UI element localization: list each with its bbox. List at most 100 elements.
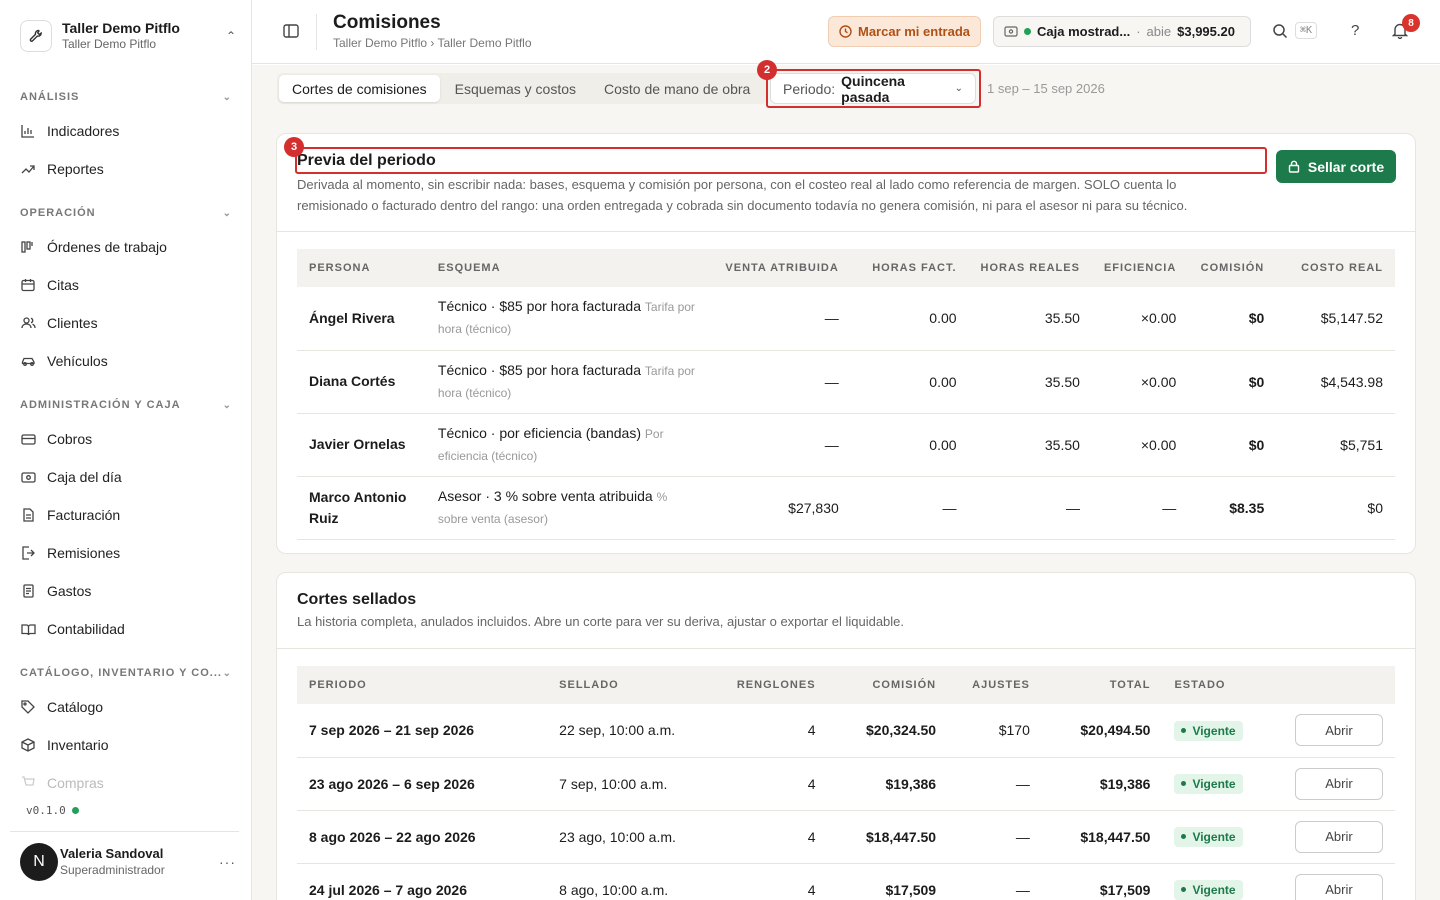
sidebar-item-compras[interactable]: Compras (20, 768, 232, 798)
clock-in-button[interactable]: Marcar mi entrada (828, 16, 981, 47)
adjustments-cell: — (948, 757, 1042, 811)
trend-icon (20, 161, 36, 177)
billed-hours-cell: — (850, 476, 969, 540)
column-header: EFICIENCIA (1091, 249, 1189, 287)
org-switcher[interactable]: Taller Demo Pitflo Taller Demo Pitflo ⌃ (20, 16, 236, 56)
open-button[interactable]: Abrir (1295, 767, 1383, 800)
lines-cell: 4 (705, 863, 828, 900)
period-cell: 8 ago 2026 – 22 ago 2026 (297, 810, 548, 864)
status-dot-icon (1181, 887, 1187, 893)
wrench-icon (20, 20, 52, 52)
sidebar-item-indicadores[interactable]: Indicadores (20, 116, 232, 146)
sealed-date-cell: 7 sep, 10:00 a.m. (547, 757, 706, 811)
main-content: Cortes de comisiones Esquemas y costos C… (252, 60, 1440, 900)
tab-costo-mano-obra[interactable]: Costo de mano de obra (591, 75, 763, 102)
efficiency-cell: ×0.00 (1091, 350, 1189, 414)
scheme-cell: Técnico · $85 por hora facturada Tarifa … (425, 287, 711, 351)
real-hours-cell: — (968, 476, 1092, 540)
total-cell: $18,447.50 (1041, 810, 1163, 864)
status-badge: Vigente (1174, 773, 1243, 794)
sidebar-item-label: Clientes (47, 315, 98, 331)
lines-cell: 4 (705, 757, 828, 811)
sidebar-item-label: Compras (47, 775, 104, 791)
person-name: Diana Cortés (297, 350, 426, 414)
person-name: Javier Ornelas (297, 413, 426, 477)
sales-cell: — (710, 287, 851, 351)
period-select[interactable]: Periodo: Quincena pasada ⌄ (770, 73, 976, 105)
sidebar-item-remisiones[interactable]: Remisiones (20, 538, 232, 568)
sidebar-item-inventario[interactable]: Inventario (20, 730, 232, 760)
scheme-label: Asesor · 3 % sobre venta atribuida (437, 487, 653, 504)
more-icon[interactable]: ··· (219, 854, 236, 870)
column-header: HORAS FACT. (850, 249, 969, 287)
sidebar-item-facturacion[interactable]: Facturación (20, 500, 232, 530)
table-row: Marco Antonio Ruiz Asesor · 3 % sobre ve… (297, 476, 1395, 540)
section-analisis[interactable]: ANÁLISIS ⌄ (20, 91, 232, 103)
status-cell: Vigente (1162, 810, 1283, 864)
sidebar-item-label: Reportes (47, 161, 104, 177)
commission-cell: $0 (1188, 287, 1277, 351)
table-row: Javier Ornelas Técnico · por eficiencia … (297, 413, 1395, 477)
period-label: Periodo: (783, 80, 836, 97)
scheme-label: Técnico · $85 por hora facturada (437, 298, 642, 315)
sidebar-item-catalogo[interactable]: Catálogo (20, 692, 232, 722)
status-badge: Vigente (1174, 826, 1243, 847)
sidebar-toggle-icon[interactable] (282, 22, 300, 40)
sidebar-item-ordenes[interactable]: Órdenes de trabajo (20, 232, 232, 262)
sealed-date-cell: 23 ago, 10:00 a.m. (547, 810, 706, 864)
billed-hours-cell: 0.00 (850, 287, 969, 351)
column-header: COMISIÓN (827, 666, 949, 704)
sidebar-item-reportes[interactable]: Reportes (20, 154, 232, 184)
open-button[interactable]: Abrir (1295, 714, 1383, 747)
section-administracion[interactable]: ADMINISTRACIÓN Y CAJA ⌄ (20, 399, 232, 411)
notification-badge: 8 (1402, 14, 1420, 32)
user-menu[interactable]: N Valeria Sandoval Superadministrador ··… (20, 843, 236, 881)
sales-cell: — (710, 350, 851, 414)
section-catalogo[interactable]: CATÁLOGO, INVENTARIO Y CO... ⌄ (20, 667, 232, 679)
real-cost-cell: $0 (1276, 476, 1395, 540)
search-icon[interactable] (1272, 23, 1288, 42)
status-label: Vigente (1192, 776, 1236, 791)
tab-esquemas[interactable]: Esquemas y costos (442, 75, 589, 102)
sidebar-item-cobros[interactable]: Cobros (20, 424, 232, 454)
section-operacion[interactable]: OPERACIÓN ⌄ (20, 207, 232, 219)
status-label: Vigente (1192, 882, 1236, 897)
tag-icon (20, 699, 36, 715)
efficiency-cell: ×0.00 (1091, 413, 1189, 477)
column-header (1282, 666, 1395, 704)
sidebar-item-label: Caja del día (47, 469, 122, 485)
top-header: Comisiones Taller Demo Pitflo › Taller D… (252, 0, 1440, 64)
seal-button[interactable]: Sellar corte (1276, 150, 1396, 183)
help-button[interactable]: ? (1351, 22, 1359, 39)
section-label: CATÁLOGO, INVENTARIO Y CO... (20, 667, 222, 679)
sidebar-item-gastos[interactable]: Gastos (20, 576, 232, 606)
open-button[interactable]: Abrir (1295, 873, 1383, 900)
column-header: PERIODO (297, 666, 548, 704)
real-cost-cell: $4,543.98 (1276, 350, 1395, 414)
sidebar-item-contabilidad[interactable]: Contabilidad (20, 614, 232, 644)
person-name: Ángel Rivera (297, 287, 426, 351)
calendar-icon (20, 277, 36, 293)
shortcut-hint: ⌘K (1295, 22, 1318, 39)
cash-separator: · (1136, 24, 1141, 39)
user-name: Valeria Sandoval (60, 845, 164, 861)
period-cell: 24 jul 2026 – 7 ago 2026 (297, 863, 548, 900)
sidebar-item-vehiculos[interactable]: Vehículos (20, 346, 232, 376)
register-icon (1004, 26, 1018, 37)
commission-cell: $8.35 (1188, 476, 1277, 540)
org-subtitle: Taller Demo Pitflo (62, 37, 157, 52)
tab-cortes[interactable]: Cortes de comisiones (279, 75, 440, 102)
real-cost-cell: $5,751 (1276, 413, 1395, 477)
sidebar-item-citas[interactable]: Citas (20, 270, 232, 300)
table-row: Diana Cortés Técnico · $85 por hora fact… (297, 350, 1395, 414)
total-cell: $20,494.50 (1041, 704, 1163, 758)
adjustments-cell: $170 (948, 704, 1042, 758)
tab-bar: Cortes de comisiones Esquemas y costos C… (277, 73, 768, 104)
chevron-down-icon: ⌄ (222, 667, 232, 679)
scheme-cell: Asesor · 3 % sobre venta atribuida % sob… (425, 476, 711, 540)
sidebar-item-clientes[interactable]: Clientes (20, 308, 232, 338)
real-cost-cell: $5,147.52 (1276, 287, 1395, 351)
cash-register-status[interactable]: Caja mostrad... · abie $3,995.20 (993, 16, 1251, 47)
sidebar-item-caja-del-dia[interactable]: Caja del día (20, 462, 232, 492)
open-button[interactable]: Abrir (1295, 820, 1383, 853)
